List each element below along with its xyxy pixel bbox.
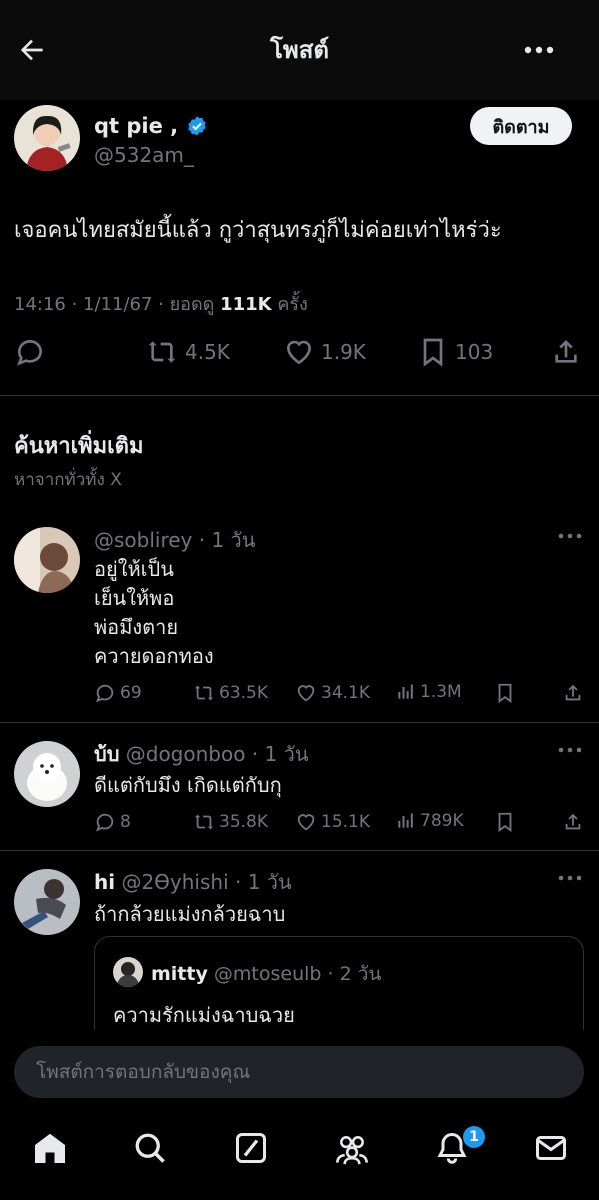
- retweet-action[interactable]: 35.8K: [193, 811, 268, 833]
- author-name-row: qt pie ,: [94, 114, 208, 138]
- views-icon: [396, 682, 416, 702]
- retweet-count: 63.5K: [219, 683, 268, 703]
- discover-subtitle: หาจากทั่วทั้ง X: [14, 470, 122, 490]
- share-icon[interactable]: [562, 682, 584, 704]
- reply-name[interactable]: hi: [94, 870, 115, 894]
- quoted-name: mitty: [151, 963, 208, 985]
- post-text: เจอคนไทยสมัยนี้แล้ว กูว่าสุนทรภู่ก็ไม่ค่…: [14, 218, 502, 243]
- divider: [0, 722, 599, 723]
- reply-handle[interactable]: @2Ɵyhishi: [121, 870, 228, 894]
- like-action[interactable]: 1.9K: [283, 336, 366, 368]
- reply-action[interactable]: 8: [94, 811, 131, 833]
- communities-icon[interactable]: [333, 1130, 371, 1166]
- messages-icon[interactable]: [533, 1130, 569, 1166]
- more-options-icon[interactable]: [557, 740, 583, 760]
- view-count: 1.3M: [420, 682, 462, 702]
- notification-badge: 1: [463, 1126, 485, 1148]
- reply-icon: [94, 682, 116, 704]
- bookmark-icon: [417, 336, 449, 368]
- retweet-count: 35.8K: [219, 812, 268, 832]
- search-icon[interactable]: [132, 1130, 168, 1166]
- bottom-nav: [0, 1110, 599, 1200]
- reply-text: ถ้ากล้วยแม่งกล้วยฉาบ: [94, 902, 286, 926]
- author-avatar[interactable]: [14, 105, 80, 171]
- follow-button[interactable]: ติดตาม: [470, 107, 572, 145]
- reply-action[interactable]: [14, 336, 46, 368]
- quoted-time: · 2 วัน: [327, 963, 382, 985]
- views-action[interactable]: 1.3M: [396, 682, 462, 702]
- heart-icon: [295, 682, 317, 704]
- divider: [0, 850, 599, 851]
- heart-icon: [283, 336, 315, 368]
- reply-time: · 1 วัน: [198, 528, 256, 552]
- view-suffix: ครั้ง: [271, 294, 308, 315]
- like-count: 15.1K: [321, 812, 370, 832]
- like-action[interactable]: 15.1K: [295, 811, 370, 833]
- reply-composer[interactable]: [14, 1046, 584, 1098]
- bookmark-icon[interactable]: [494, 682, 516, 704]
- quoted-text: ความรักแม่งฉาบฉวย: [113, 1003, 295, 1027]
- reply-icon: [94, 811, 116, 833]
- quoted-handle: @mtoseulb: [213, 963, 322, 985]
- reply-action[interactable]: 69: [94, 682, 142, 704]
- verified-badge-icon: [186, 115, 208, 137]
- reply-handle[interactable]: @soblirey: [94, 528, 192, 552]
- reply-text-line: พ่อมึงตาย: [94, 615, 179, 639]
- reply-text-line: ควายดอกทอง: [94, 644, 214, 668]
- page-title: โพสต์: [270, 36, 329, 64]
- top-bar: โพสต์: [0, 0, 599, 100]
- discover-title: ค้นหาเพิ่มเติม: [14, 434, 144, 459]
- quoted-header: mitty @mtoseulb · 2 วัน: [151, 959, 381, 989]
- bookmark-count: 103: [455, 340, 494, 364]
- views-icon: [396, 811, 416, 831]
- grok-icon[interactable]: [233, 1130, 269, 1166]
- retweet-icon: [193, 811, 215, 833]
- more-options-icon[interactable]: [522, 36, 556, 64]
- reply-text-line: เย็นให้พอ: [94, 586, 175, 610]
- divider: [0, 395, 599, 396]
- share-icon[interactable]: [562, 811, 584, 833]
- retweet-icon: [145, 336, 179, 368]
- retweet-count: 4.5K: [185, 340, 230, 364]
- bookmark-action[interactable]: 103: [417, 336, 493, 368]
- retweet-action[interactable]: 63.5K: [193, 682, 268, 704]
- reply-icon: [14, 336, 46, 368]
- more-options-icon[interactable]: [557, 868, 583, 888]
- like-count: 34.1K: [321, 683, 370, 703]
- view-count: 111K: [220, 294, 272, 315]
- reply-count: 8: [120, 812, 131, 832]
- reply-time: · 1 วัน: [251, 742, 309, 766]
- retweet-action[interactable]: 4.5K: [145, 336, 230, 368]
- view-count: 789K: [420, 811, 464, 831]
- author-name[interactable]: qt pie ,: [94, 114, 178, 138]
- reply-name[interactable]: บ้บ: [94, 742, 119, 766]
- author-handle[interactable]: @532am_: [94, 143, 194, 167]
- post-timestamp: 14:16 · 1/11/67 · ยอดดู: [14, 294, 221, 315]
- reply-handle[interactable]: @dogonboo: [126, 742, 246, 766]
- like-action[interactable]: 34.1K: [295, 682, 370, 704]
- share-icon[interactable]: [550, 336, 582, 368]
- post-meta: 14:16 · 1/11/67 · ยอดดู 111K ครั้ง: [14, 289, 308, 318]
- reply-avatar[interactable]: [14, 527, 80, 593]
- retweet-icon: [193, 682, 215, 704]
- bookmark-icon[interactable]: [494, 811, 516, 833]
- heart-icon: [295, 811, 317, 833]
- reply-header: hi @2Ɵyhishi · 1 วัน: [94, 866, 292, 898]
- reply-count: 69: [120, 683, 142, 703]
- reply-avatar[interactable]: [14, 869, 80, 935]
- reply-avatar[interactable]: [14, 741, 80, 807]
- reply-time: · 1 วัน: [235, 870, 292, 894]
- reply-text: อยู่ให้เป็น เย็นให้พอ พ่อมึงตาย ควายดอกท…: [94, 555, 214, 671]
- views-action[interactable]: 789K: [396, 811, 464, 831]
- home-icon[interactable]: [32, 1130, 68, 1166]
- more-options-icon[interactable]: [557, 526, 583, 546]
- reply-input[interactable]: [14, 1046, 584, 1098]
- reply-text: ดีแต่กับมึง เกิดแต่กับกุ: [94, 773, 282, 797]
- reply-header: @soblirey · 1 วัน: [94, 524, 255, 556]
- quoted-avatar: [113, 957, 143, 987]
- like-count: 1.9K: [321, 340, 366, 364]
- reply-header: บ้บ @dogonboo · 1 วัน: [94, 738, 309, 770]
- reply-text-line: อยู่ให้เป็น: [94, 557, 174, 581]
